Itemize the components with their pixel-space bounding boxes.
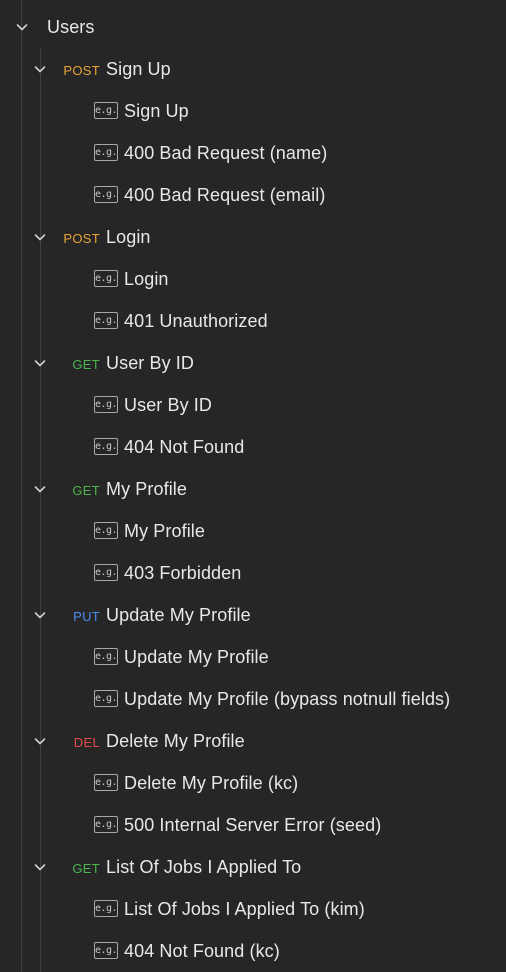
example-icon: e.g.: [94, 648, 118, 665]
example-row[interactable]: e.g. Update My Profile: [0, 636, 506, 678]
example-name: 404 Not Found: [124, 437, 245, 457]
example-name: My Profile: [124, 521, 206, 541]
chevron-down-icon[interactable]: [32, 355, 48, 371]
collection-tree: Users POST Sign Up e.g. Sign Up e.g. 400 Bad R…: [0, 0, 506, 972]
example-name: Delete My Profile (kc): [124, 773, 299, 793]
folder-label: Users: [47, 17, 95, 37]
example-name: 400 Bad Request (name): [124, 143, 328, 163]
example-row[interactable]: e.g. 500 Internal Server Error (seed): [0, 804, 506, 846]
http-method-badge: GET: [72, 357, 100, 372]
example-icon-text: e.g.: [94, 440, 118, 452]
http-method-badge: DEL: [73, 735, 100, 750]
example-row[interactable]: e.g. Sign Up: [0, 90, 506, 132]
example-name: 400 Bad Request (email): [124, 185, 326, 205]
example-icon: e.g.: [94, 522, 118, 539]
request-name: My Profile: [106, 479, 188, 499]
example-name: Update My Profile (bypass notnull fields…: [124, 689, 451, 709]
chevron-down-icon[interactable]: [14, 19, 30, 35]
example-row[interactable]: e.g. Update My Profile (bypass notnull fi…: [0, 678, 506, 720]
example-icon: e.g.: [94, 312, 118, 329]
example-icon-text: e.g.: [94, 398, 118, 410]
example-row[interactable]: e.g. Login: [0, 258, 506, 300]
example-name: 500 Internal Server Error (seed): [124, 815, 382, 835]
chevron-down-icon[interactable]: [32, 733, 48, 749]
example-icon: e.g.: [94, 690, 118, 707]
http-method-badge: GET: [72, 483, 100, 498]
example-icon-text: e.g.: [94, 188, 118, 200]
example-row[interactable]: e.g. 404 Not Found (kc): [0, 930, 506, 972]
example-icon: e.g.: [94, 942, 118, 959]
http-method-badge: POST: [63, 63, 100, 78]
example-icon: e.g.: [94, 564, 118, 581]
example-name: User By ID: [124, 395, 213, 415]
http-method-badge: POST: [63, 231, 100, 246]
example-row[interactable]: e.g. 400 Bad Request (name): [0, 132, 506, 174]
example-name: 401 Unauthorized: [124, 311, 268, 331]
request-name: User By ID: [106, 353, 195, 373]
example-name: Sign Up: [124, 101, 189, 121]
example-row[interactable]: e.g. List Of Jobs I Applied To (kim): [0, 888, 506, 930]
example-icon: e.g.: [94, 102, 118, 119]
chevron-down-icon[interactable]: [32, 607, 48, 623]
example-row[interactable]: e.g. 401 Unauthorized: [0, 300, 506, 342]
request-name: Login: [106, 227, 151, 247]
example-icon-text: e.g.: [94, 818, 118, 830]
chevron-down-icon[interactable]: [32, 481, 48, 497]
folder-row-users[interactable]: Users: [0, 6, 506, 48]
example-row[interactable]: e.g. My Profile: [0, 510, 506, 552]
example-row[interactable]: e.g. Delete My Profile (kc): [0, 762, 506, 804]
request-name: List Of Jobs I Applied To: [106, 857, 302, 877]
request-row[interactable]: GET List Of Jobs I Applied To: [0, 846, 506, 888]
http-method-badge: PUT: [73, 609, 100, 624]
request-row[interactable]: DEL Delete My Profile: [0, 720, 506, 762]
example-row[interactable]: e.g. 404 Not Found: [0, 426, 506, 468]
example-icon: e.g.: [94, 270, 118, 287]
example-row[interactable]: e.g. User By ID: [0, 384, 506, 426]
request-name: Sign Up: [106, 59, 171, 79]
request-row[interactable]: PUT Update My Profile: [0, 594, 506, 636]
example-row[interactable]: e.g. 403 Forbidden: [0, 552, 506, 594]
example-name: 403 Forbidden: [124, 563, 242, 583]
request-row[interactable]: POST Login: [0, 216, 506, 258]
request-row[interactable]: GET My Profile: [0, 468, 506, 510]
example-icon-text: e.g.: [94, 566, 118, 578]
example-icon-text: e.g.: [94, 146, 118, 158]
example-icon-text: e.g.: [94, 944, 118, 956]
example-icon: e.g.: [94, 774, 118, 791]
example-icon-text: e.g.: [94, 650, 118, 662]
example-icon-text: e.g.: [94, 902, 118, 914]
chevron-down-icon[interactable]: [32, 61, 48, 77]
request-row[interactable]: POST Sign Up: [0, 48, 506, 90]
example-name: List Of Jobs I Applied To (kim): [124, 899, 365, 919]
example-icon: e.g.: [94, 900, 118, 917]
request-name: Delete My Profile: [106, 731, 245, 751]
example-icon: e.g.: [94, 396, 118, 413]
chevron-down-icon[interactable]: [32, 859, 48, 875]
example-icon: e.g.: [94, 186, 118, 203]
example-icon-text: e.g.: [94, 776, 118, 788]
example-name: 404 Not Found (kc): [124, 941, 280, 961]
request-name: Update My Profile: [106, 605, 251, 625]
example-row[interactable]: e.g. 400 Bad Request (email): [0, 174, 506, 216]
example-name: Login: [124, 269, 169, 289]
example-name: Update My Profile: [124, 647, 269, 667]
chevron-down-icon[interactable]: [32, 229, 48, 245]
example-icon-text: e.g.: [94, 524, 118, 536]
example-icon-text: e.g.: [94, 104, 118, 116]
request-row[interactable]: GET User By ID: [0, 342, 506, 384]
example-icon-text: e.g.: [94, 272, 118, 284]
example-icon: e.g.: [94, 438, 118, 455]
example-icon-text: e.g.: [94, 314, 118, 326]
example-icon: e.g.: [94, 816, 118, 833]
http-method-badge: GET: [72, 861, 100, 876]
example-icon-text: e.g.: [94, 692, 118, 704]
example-icon: e.g.: [94, 144, 118, 161]
